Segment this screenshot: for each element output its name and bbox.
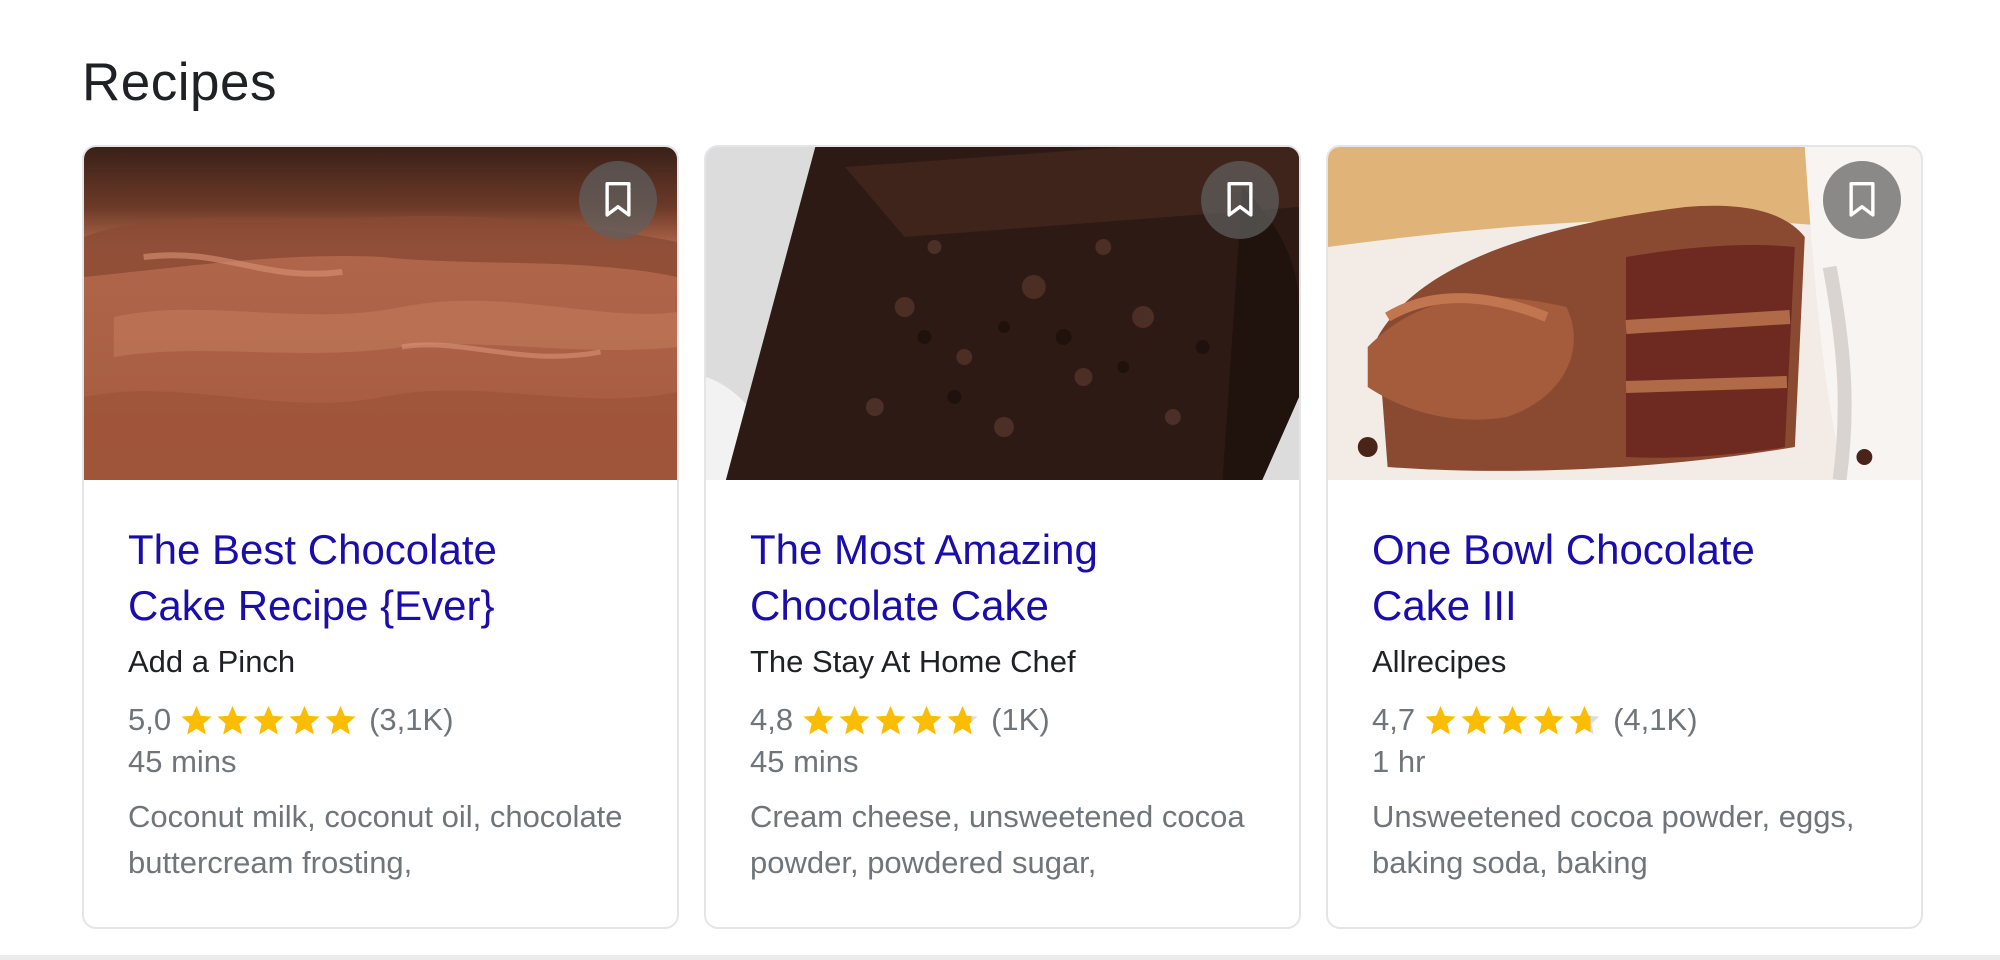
ingredients: Coconut milk, coconut oil, chocolate but… [128,799,623,880]
star-icon [1497,705,1528,735]
recipe-title-link[interactable]: The Best Chocolate Cake Recipe {Ever} [128,522,588,634]
recipe-carousel: The Best Chocolate Cake Recipe {Ever} Ad… [82,145,1923,929]
cook-time: 45 mins [750,744,859,779]
rating-value: 4,8 [750,702,794,737]
bookmark-icon [1227,182,1253,217]
bookmark-icon [1849,182,1875,217]
recipe-title-link[interactable]: One Bowl Chocolate Cake III [1372,522,1832,634]
save-recipe-button[interactable] [1201,161,1279,239]
rating-value: 4,7 [1372,702,1416,737]
recipe-card[interactable]: One Bowl Chocolate Cake III Allrecipes 4… [1326,145,1923,929]
recipe-source: The Stay At Home Chef [750,644,1076,679]
star-icon [1569,705,1600,735]
recipe-source: Allrecipes [1372,644,1507,679]
recipe-title-link[interactable]: The Most Amazing Chocolate Cake [750,522,1210,634]
review-count: (3,1K) [369,702,454,737]
star-icon [875,705,906,735]
recipe-image[interactable] [84,147,677,480]
section-title: Recipes [82,53,277,112]
recipe-source: Add a Pinch [128,644,296,679]
star-icon [217,705,248,735]
save-recipe-button[interactable] [1823,161,1901,239]
review-count: (1K) [991,702,1050,737]
save-recipe-button[interactable] [579,161,657,239]
star-icon [1461,705,1492,735]
cook-time: 1 hr [1372,744,1426,779]
bottom-divider [0,955,2000,960]
rating-row: 5,0 (3,1K) [128,700,633,740]
rating-row: 4,8 (1K) [750,700,1255,740]
ingredients: Cream cheese, unsweetened cocoa powder, … [750,799,1245,880]
star-icon [1425,705,1456,735]
rating-value: 5,0 [128,702,172,737]
star-icon [911,705,942,735]
star-rating [801,703,981,737]
recipe-image[interactable] [706,147,1299,480]
recipe-card[interactable]: The Best Chocolate Cake Recipe {Ever} Ad… [82,145,679,929]
star-rating [179,703,359,737]
review-count: (4,1K) [1613,702,1698,737]
cook-time: 45 mins [128,744,237,779]
recipe-card[interactable]: The Most Amazing Chocolate Cake The Stay… [704,145,1301,929]
ingredients: Unsweetened cocoa powder, eggs, baking s… [1372,799,1855,880]
star-icon [181,705,212,735]
rating-row: 4,7 (4,1K) [1372,700,1877,740]
star-icon [253,705,284,735]
bookmark-icon [605,182,631,217]
star-icon [947,705,978,735]
star-icon [1533,705,1564,735]
star-icon [839,705,870,735]
star-icon [803,705,834,735]
recipe-image[interactable] [1328,147,1921,480]
star-icon [325,705,356,735]
star-rating [1423,703,1603,737]
star-icon [289,705,320,735]
